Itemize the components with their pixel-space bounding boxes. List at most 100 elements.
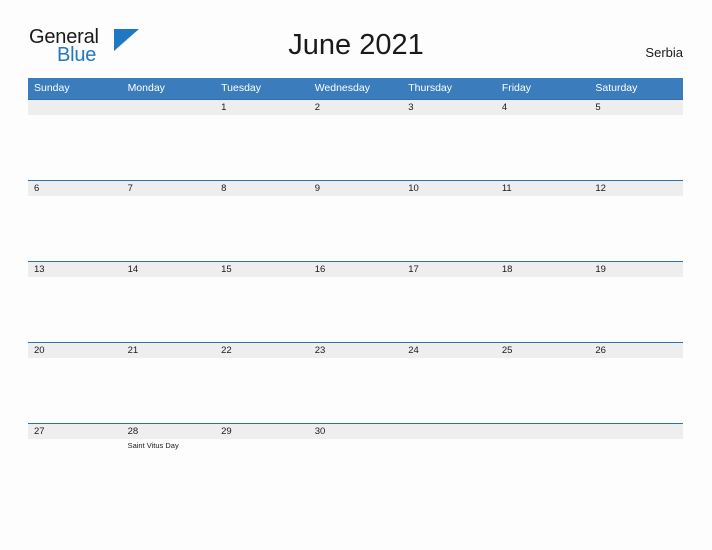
calendar-day-cell[interactable]: 13 [28, 261, 122, 342]
calendar-day-cell[interactable]: 3 [402, 99, 496, 180]
day-number: 3 [402, 99, 496, 115]
day-events [309, 115, 403, 117]
calendar-day-cell[interactable]: 6 [28, 180, 122, 261]
day-events: Saint Vitus Day [122, 439, 216, 451]
day-events [402, 358, 496, 360]
calendar-day-cell[interactable]: 9 [308, 180, 403, 261]
day-cell-content: 13 [28, 261, 122, 342]
day-number: 28 [121, 423, 216, 439]
calendar-day-cell[interactable]: 25 [495, 342, 590, 423]
day-events [309, 358, 403, 360]
day-cell-content: 19 [589, 261, 683, 342]
weekday-header-thursday: Thursday [402, 78, 496, 99]
day-number: 9 [308, 180, 403, 196]
day-events [122, 358, 216, 360]
weekday-header-monday: Monday [121, 78, 216, 99]
calendar-day-cell[interactable]: 1 [215, 99, 309, 180]
day-number-empty [28, 99, 122, 115]
day-cell-content: 20 [28, 342, 122, 423]
day-cell-content: 10 [402, 180, 496, 261]
day-number: 14 [121, 261, 216, 277]
calendar-table: Sunday Monday Tuesday Wednesday Thursday… [28, 78, 683, 504]
calendar-week-row: 12345 [28, 99, 683, 180]
calendar-day-cell[interactable]: 15 [215, 261, 309, 342]
day-events [496, 196, 590, 198]
calendar-day-cell[interactable]: 11 [495, 180, 590, 261]
calendar-day-cell[interactable]: 8 [215, 180, 309, 261]
day-cell-content: 2 [308, 99, 403, 180]
calendar-day-cell[interactable]: 29 [215, 423, 309, 504]
calendar-day-cell[interactable]: 5 [589, 99, 683, 180]
day-number: 22 [215, 342, 309, 358]
calendar-day-cell[interactable] [402, 423, 496, 504]
day-cell-content: 3 [402, 99, 496, 180]
day-cell-content: 16 [308, 261, 403, 342]
day-number-empty [589, 423, 683, 439]
day-events [28, 277, 122, 279]
calendar-day-cell[interactable]: 23 [308, 342, 403, 423]
calendar-body: 1 2 3 4 5 6 7 8 9 10 11 12 13 14 15 16 17 18 19 20 21 22 23 24 2… [28, 99, 683, 504]
day-cell-content: 25 [495, 342, 590, 423]
day-events [215, 277, 309, 279]
day-number: 8 [215, 180, 309, 196]
calendar-day-cell[interactable]: 20 [28, 342, 122, 423]
calendar-day-cell[interactable]: 7 [121, 180, 216, 261]
calendar-day-cell[interactable]: 16 [308, 261, 403, 342]
day-cell-content [402, 423, 496, 504]
calendar-day-cell[interactable]: 10 [402, 180, 496, 261]
calendar-day-cell[interactable] [495, 423, 590, 504]
calendar-day-cell[interactable]: 26 [589, 342, 683, 423]
day-number: 15 [215, 261, 309, 277]
day-cell-content: 4 [495, 99, 590, 180]
calendar-week-row: 20 21 22 23 24 25 26 [28, 342, 683, 423]
calendar-week-row: 13 14 15 16 17 18 19 [28, 261, 683, 342]
calendar-day-cell[interactable]: 21 [121, 342, 216, 423]
day-number: 2 [308, 99, 403, 115]
day-events [28, 439, 122, 441]
day-cell-content [28, 99, 122, 180]
day-events [215, 439, 309, 441]
day-cell-content: 29 [215, 423, 309, 504]
day-cell-content: 23 [308, 342, 403, 423]
calendar-day-cell[interactable]: 30 [308, 423, 403, 504]
day-events [496, 439, 590, 441]
day-events [589, 277, 683, 279]
day-number: 26 [589, 342, 683, 358]
day-number-empty [402, 423, 496, 439]
day-number: 10 [402, 180, 496, 196]
day-cell-content: 15 [215, 261, 309, 342]
day-events [589, 115, 683, 117]
calendar-day-cell[interactable]: 19 [589, 261, 683, 342]
day-number: 12 [589, 180, 683, 196]
holiday-label: Saint Vitus Day [127, 441, 179, 450]
day-events [402, 439, 496, 441]
calendar-day-cell[interactable]: 28 Saint Vitus Day [121, 423, 216, 504]
calendar-day-cell[interactable]: 24 [402, 342, 496, 423]
day-number-empty [121, 99, 216, 115]
calendar-day-cell[interactable] [589, 423, 683, 504]
day-events [496, 115, 590, 117]
day-number: 20 [28, 342, 122, 358]
weekday-header-wednesday: Wednesday [308, 78, 403, 99]
calendar-day-cell[interactable]: 17 [402, 261, 496, 342]
calendar-day-cell[interactable] [121, 99, 216, 180]
calendar-day-cell[interactable] [28, 99, 122, 180]
page-title: June 2021 [288, 29, 424, 61]
day-events [28, 196, 122, 198]
calendar-day-cell[interactable]: 22 [215, 342, 309, 423]
calendar-day-cell[interactable]: 27 [28, 423, 122, 504]
day-cell-content: 21 [121, 342, 216, 423]
calendar-day-cell[interactable]: 4 [495, 99, 590, 180]
day-events [215, 358, 309, 360]
day-cell-content [589, 423, 683, 504]
calendar-day-cell[interactable]: 12 [589, 180, 683, 261]
day-cell-content: 30 [308, 423, 403, 504]
calendar-day-cell[interactable]: 14 [121, 261, 216, 342]
calendar-day-cell[interactable]: 2 [308, 99, 403, 180]
day-number: 16 [308, 261, 403, 277]
day-cell-content: 7 [121, 180, 216, 261]
day-events [28, 115, 122, 117]
day-cell-content [121, 99, 216, 180]
calendar-day-cell[interactable]: 18 [495, 261, 590, 342]
day-cell-content: 9 [308, 180, 403, 261]
